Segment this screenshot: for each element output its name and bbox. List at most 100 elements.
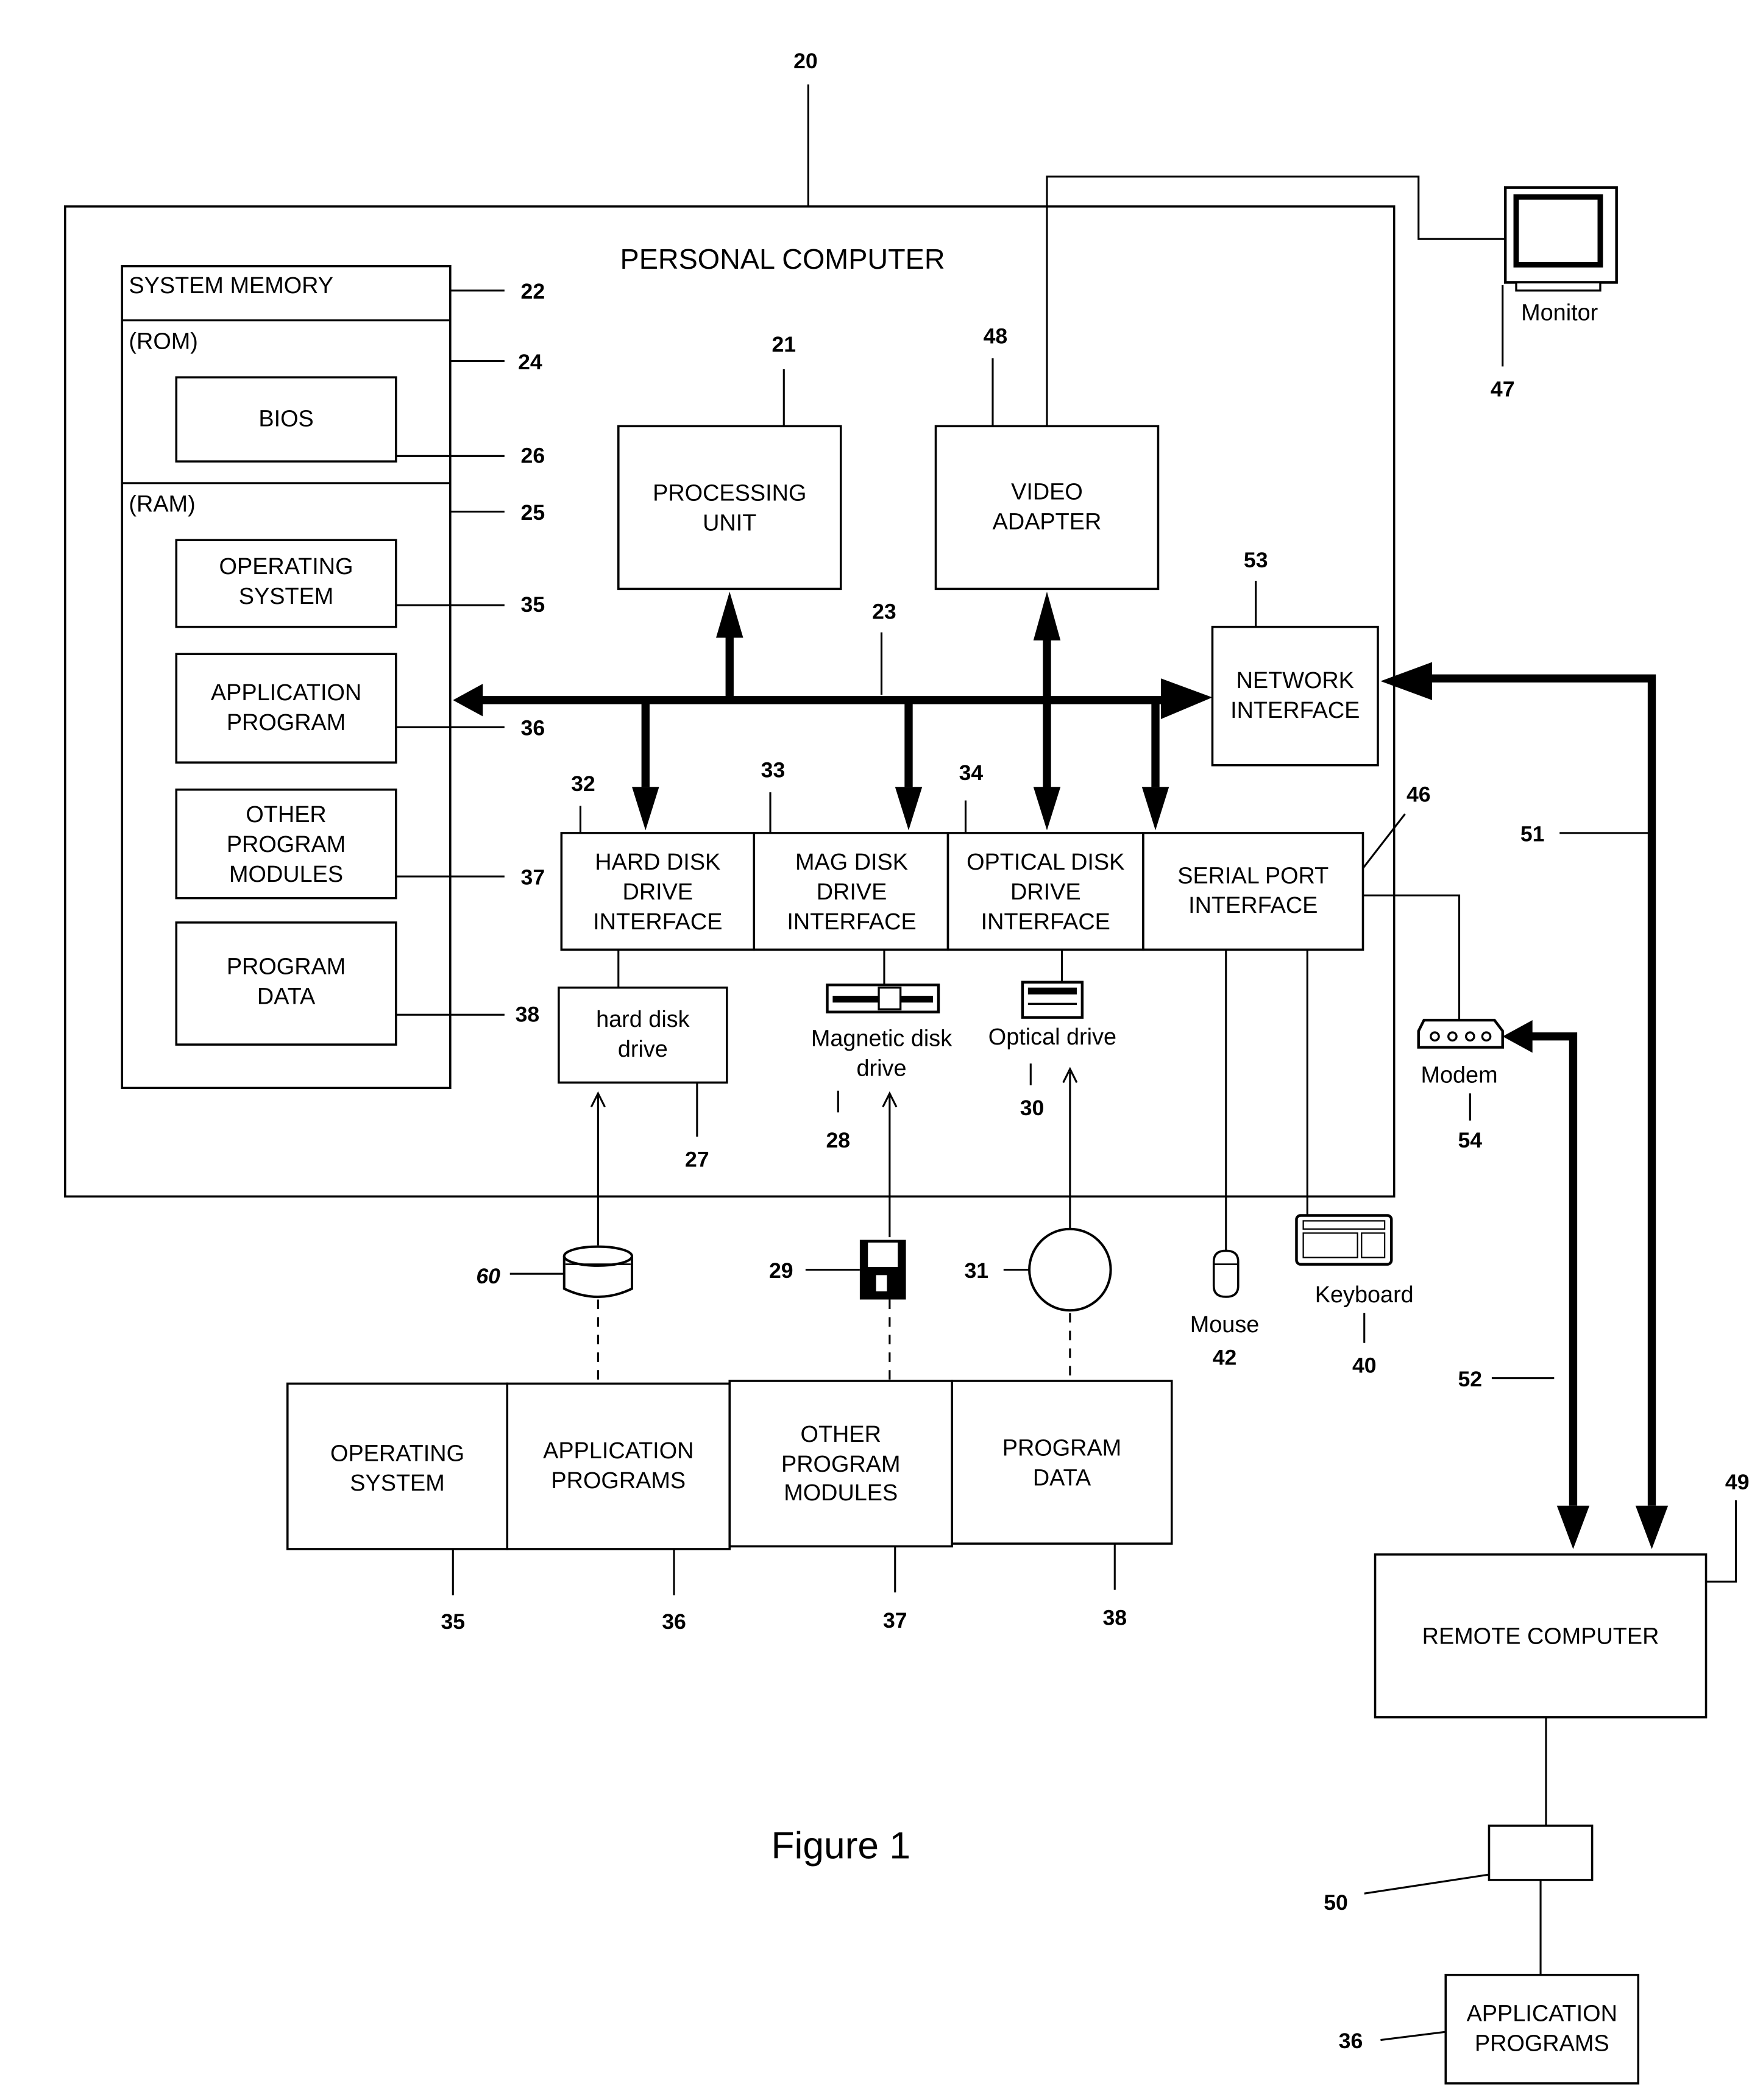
row-os-l1: OPERATING xyxy=(330,1441,464,1466)
personal-computer-label: PERSONAL COMPUTER xyxy=(620,243,945,275)
ref-48: 48 xyxy=(984,324,1008,349)
row-data-l2: DATA xyxy=(1033,1465,1091,1491)
ref-36-row: 36 xyxy=(662,1609,686,1634)
video-adapter-line1: VIDEO xyxy=(1011,479,1083,505)
ref-54: 54 xyxy=(1458,1128,1483,1152)
ref-23: 23 xyxy=(872,599,896,623)
ref-24: 24 xyxy=(518,350,542,374)
row-app-l2: PROGRAMS xyxy=(551,1468,686,1494)
hdd-if-l2: DRIVE xyxy=(623,879,693,905)
wan-connection-52 xyxy=(1502,1020,1590,1549)
ram-label: (RAM) xyxy=(129,492,195,517)
hdd-if-l1: HARD DISK xyxy=(595,850,720,875)
row-data-l1: PROGRAM xyxy=(1002,1435,1121,1461)
program-row: OPERATING SYSTEM APPLICATION PROGRAMS OT… xyxy=(286,1380,1173,1550)
ram-app-line2: PROGRAM xyxy=(227,710,346,736)
system-memory-label: SYSTEM MEMORY xyxy=(129,273,333,299)
bios-label: BIOS xyxy=(258,406,313,431)
network-interface-box xyxy=(1211,625,1379,767)
ram-data-line2: DATA xyxy=(257,984,316,1009)
remote-app-l2: PROGRAMS xyxy=(1475,2031,1609,2056)
processing-unit-line2: UNIT xyxy=(703,511,756,536)
ram-app-box xyxy=(175,653,397,764)
row-data-box xyxy=(951,1380,1173,1545)
figure-caption: Figure 1 xyxy=(771,1825,910,1867)
opt-if-l3: INTERFACE xyxy=(981,909,1110,935)
ref-35-ram: 35 xyxy=(521,592,545,617)
modem-label: Modem xyxy=(1421,1062,1497,1088)
ref-22: 22 xyxy=(521,279,545,303)
keyboard-label: Keyboard xyxy=(1315,1282,1414,1308)
rom-label: (ROM) xyxy=(129,328,197,354)
serial-if-l2: INTERFACE xyxy=(1188,893,1318,918)
ref-31: 31 xyxy=(964,1258,988,1283)
ram-data-line1: PROGRAM xyxy=(227,954,346,979)
ref-52: 52 xyxy=(1458,1367,1483,1391)
ref-53: 53 xyxy=(1244,548,1268,572)
mouse-icon xyxy=(1212,1249,1240,1298)
optical-drive-label: Optical drive xyxy=(988,1024,1116,1050)
opt-if-l2: DRIVE xyxy=(1010,879,1081,905)
ref-26: 26 xyxy=(521,443,545,467)
monitor-label: Monitor xyxy=(1521,300,1598,326)
ref-38-ram: 38 xyxy=(516,1002,540,1026)
ref-20: 20 xyxy=(793,49,818,73)
ref-37-row: 37 xyxy=(883,1608,907,1633)
keyboard-icon xyxy=(1295,1214,1393,1266)
serial-port-interface-box xyxy=(1142,832,1364,951)
ram-os-line2: SYSTEM xyxy=(239,584,334,609)
mag-if-l2: DRIVE xyxy=(817,879,887,905)
ram-os-line1: OPERATING xyxy=(219,554,353,580)
ref-30: 30 xyxy=(1020,1096,1045,1120)
ref-21: 21 xyxy=(772,332,796,357)
ref-32: 32 xyxy=(571,772,595,796)
network-interface-line2: INTERFACE xyxy=(1230,698,1360,723)
ref-33: 33 xyxy=(761,758,786,782)
mag-if-l3: INTERFACE xyxy=(787,909,916,935)
ref-60: 60 xyxy=(476,1264,500,1288)
hard-disk-media-icon xyxy=(562,1245,634,1298)
interfaces-row: HARD DISK DRIVE INTERFACE MAG DISK DRIVE… xyxy=(560,832,1364,951)
video-adapter-box xyxy=(934,425,1160,591)
ref-38-row: 38 xyxy=(1102,1606,1127,1630)
ram-modules-line3: MODULES xyxy=(229,862,343,887)
network-interface-line1: NETWORK xyxy=(1236,668,1354,693)
mouse-label: Mouse xyxy=(1190,1312,1260,1338)
remote-application-programs-box xyxy=(1444,1973,1640,2085)
serial-if-l1: SERIAL PORT xyxy=(1177,863,1328,889)
processing-unit-box xyxy=(617,425,842,591)
row-app-l1: APPLICATION xyxy=(543,1438,693,1464)
row-mod-l1: OTHER xyxy=(801,1422,881,1447)
row-os-l2: SYSTEM xyxy=(350,1470,445,1496)
remote-computer-label: REMOTE COMPUTER xyxy=(1422,1624,1659,1650)
mag-drive-l2: drive xyxy=(857,1055,907,1081)
ref-42: 42 xyxy=(1213,1345,1237,1369)
ref-36-ram: 36 xyxy=(521,716,545,740)
video-adapter-line2: ADAPTER xyxy=(993,509,1102,534)
processing-unit-line1: PROCESSING xyxy=(653,481,806,506)
row-mod-l3: MODULES xyxy=(784,1480,898,1506)
ref-35-row: 35 xyxy=(441,1609,465,1634)
mag-if-l1: MAG DISK xyxy=(795,850,908,875)
ref-50: 50 xyxy=(1324,1890,1348,1915)
ref-46: 46 xyxy=(1406,782,1431,807)
hdd-l1: hard disk xyxy=(596,1007,690,1032)
ref-51: 51 xyxy=(1520,821,1545,846)
floppy-disk-icon xyxy=(859,1240,906,1300)
ref-27: 27 xyxy=(685,1147,709,1171)
modem-icon xyxy=(1417,1018,1504,1049)
monitor-icon xyxy=(1503,186,1618,292)
ref-25: 25 xyxy=(521,500,545,525)
ref-28: 28 xyxy=(826,1128,850,1152)
row-mod-l2: PROGRAM xyxy=(781,1452,900,1477)
remote-storage-box xyxy=(1488,1825,1594,1881)
ref-49: 49 xyxy=(1725,1470,1750,1494)
patent-figure-diagram: 20 PERSONAL COMPUTER SYSTEM MEMORY 22 (R… xyxy=(64,49,1750,2085)
ram-modules-line1: OTHER xyxy=(246,802,326,828)
row-app-box xyxy=(506,1382,731,1550)
hdd-if-l3: INTERFACE xyxy=(593,909,722,935)
ref-29: 29 xyxy=(769,1258,793,1283)
ref-40: 40 xyxy=(1352,1353,1377,1378)
remote-app-l1: APPLICATION xyxy=(1467,2001,1617,2026)
hdd-l2: drive xyxy=(618,1037,668,1062)
